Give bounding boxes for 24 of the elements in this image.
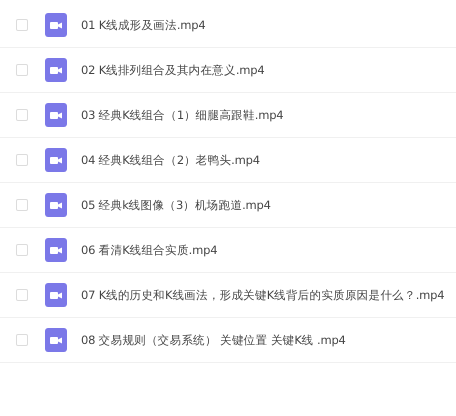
video-file-icon xyxy=(45,103,67,127)
file-name[interactable]: 06 看清K线组合实质.mp4 xyxy=(81,242,218,258)
video-file-icon xyxy=(45,13,67,37)
checkbox[interactable] xyxy=(16,19,28,31)
checkbox[interactable] xyxy=(16,199,28,211)
checkbox[interactable] xyxy=(16,109,28,121)
file-name[interactable]: 01 K线成形及画法.mp4 xyxy=(81,18,206,32)
file-name[interactable]: 02 K线排列组合及其内在意义.mp4 xyxy=(81,62,265,78)
checkbox[interactable] xyxy=(16,64,28,76)
file-name[interactable]: 05 经典k线图像（3）机场跑道.mp4 xyxy=(81,198,271,212)
file-name[interactable]: 04 经典K线组合（2）老鸭头.mp4 xyxy=(81,152,260,168)
file-name[interactable]: 03 经典K线组合（1）细腿高跟鞋.mp4 xyxy=(81,108,284,122)
checkbox[interactable] xyxy=(16,154,28,166)
video-file-icon xyxy=(45,148,67,172)
video-file-icon xyxy=(45,193,67,217)
video-file-icon xyxy=(45,58,67,82)
video-file-icon xyxy=(45,328,67,352)
checkbox[interactable] xyxy=(16,244,28,256)
checkbox[interactable] xyxy=(16,334,28,346)
checkbox[interactable] xyxy=(16,289,28,301)
video-file-icon xyxy=(45,283,67,307)
file-name[interactable]: 08 交易规则（交易系统） 关键位置 关键K线 .mp4 xyxy=(81,332,346,348)
file-name[interactable]: 07 K线的历史和K线画法，形成关键K线背后的实质原因是什么？.mp4 xyxy=(81,288,444,302)
video-file-icon xyxy=(45,238,67,262)
